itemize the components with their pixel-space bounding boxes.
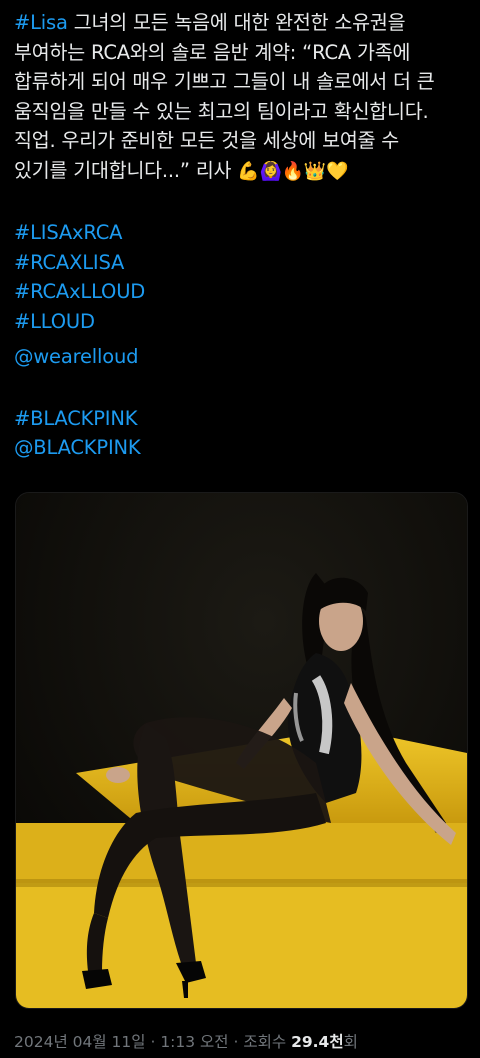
mention-link[interactable]: @BLACKPINK <box>14 436 141 459</box>
tweet-line-4: 움직임을 만들 수 있는 최고의 팀이라고 확신합니다. <box>14 99 429 123</box>
tweet-text: #Lisa 그녀의 모든 녹음에 대한 완전한 소유권을 부여하는 RCA와의 … <box>14 8 470 463</box>
mention-link[interactable]: @wearelloud <box>14 345 138 368</box>
hashtag-blackpink[interactable]: #BLACKPINK <box>14 404 470 434</box>
hashtag-lisa[interactable]: #Lisa <box>14 11 68 34</box>
tweet-detail: #Lisa 그녀의 모든 녹음에 대한 완전한 소유권을 부여하는 RCA와의 … <box>0 0 480 1058</box>
hashtag-link[interactable]: #LLOUD <box>14 310 95 333</box>
hashtag-link[interactable]: #BLACKPINK <box>14 407 138 430</box>
tweet-line-6: 있기를 기대합니다...” 리사 💪🙆‍♀️🔥👑💛 <box>14 156 470 187</box>
mention-wearelloud[interactable]: @wearelloud <box>14 342 470 372</box>
views-label: 조회수 <box>243 1033 292 1051</box>
views-count: 29.4천 <box>291 1033 344 1051</box>
hashtag-link[interactable]: #RCAXLISA <box>14 251 124 274</box>
tweet-time[interactable]: 1:13 오전 <box>160 1033 228 1051</box>
hashtag-lloud[interactable]: #LLOUD <box>14 307 470 337</box>
mention-blackpink[interactable]: @BLACKPINK <box>14 433 470 463</box>
hashtag-lisaxrca[interactable]: #LISAxRCA <box>14 218 470 248</box>
tweet-line-2: 부여하는 RCA와의 솔로 음반 계약: “RCA 가족에 <box>14 40 411 64</box>
step-shadow <box>16 879 467 887</box>
tweet-text-segment: 그녀의 모든 녹음에 대한 완전한 소유권을 <box>67 11 406 34</box>
emoji-group-icon: 💪🙆‍♀️🔥👑💛 <box>237 160 349 182</box>
tweet-line-3: 합류하게 되어 매우 기쁘고 그들이 내 솔로에서 더 큰 <box>14 70 435 93</box>
photo-illustration <box>16 493 467 1008</box>
meta-separator: · <box>145 1033 161 1051</box>
tweet-line-5: 직업. 우리가 준비한 모든 것을 세상에 보여줄 수 <box>14 129 400 152</box>
tweet-photo[interactable] <box>15 492 468 1009</box>
hashtag-link[interactable]: #RCAxLLOUD <box>14 280 145 303</box>
meta-separator: · <box>228 1033 244 1051</box>
hand <box>106 767 130 783</box>
tweet-text-segment: 있기를 기대합니다...” 리사 <box>14 158 238 182</box>
hashtag-link[interactable]: #LISAxRCA <box>14 221 123 244</box>
views-suffix: 회 <box>343 1033 358 1051</box>
tweet-date[interactable]: 2024년 04월 11일 <box>14 1033 146 1051</box>
tweet-line-1: #Lisa 그녀의 모든 녹음에 대한 완전한 소유권을 <box>14 8 470 38</box>
yellow-step-front <box>16 883 467 1008</box>
hashtag-rcaxlloud[interactable]: #RCAxLLOUD <box>14 277 470 307</box>
hashtag-rcaxlisa[interactable]: #RCAXLISA <box>14 248 470 278</box>
tweet-meta: 2024년 04월 11일 · 1:13 오전 · 조회수 29.4천회 <box>14 1030 474 1052</box>
